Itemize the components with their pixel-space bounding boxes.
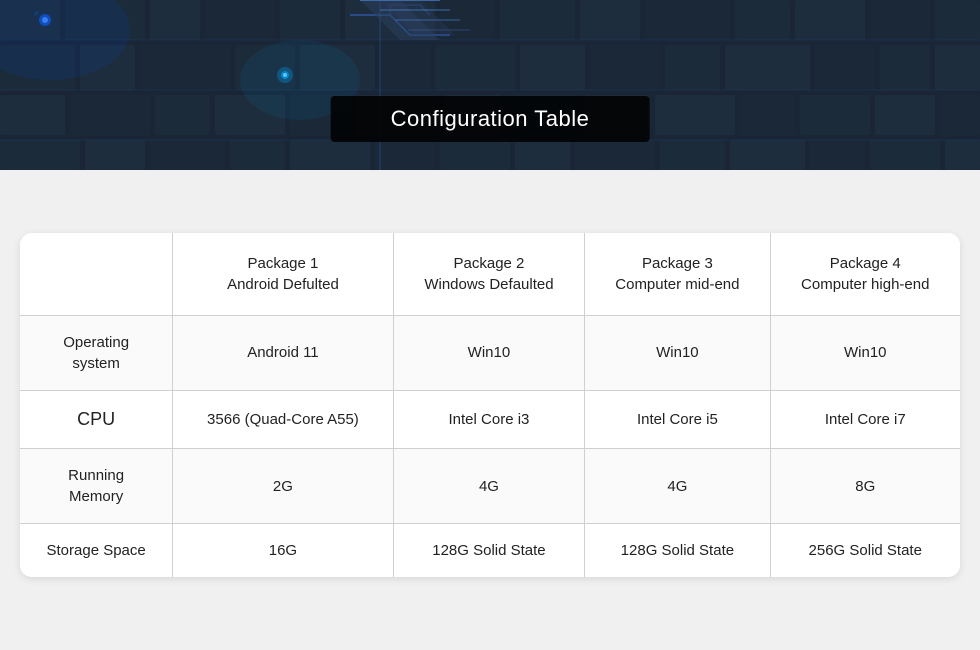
row-cpu-col2: 3566 (Quad-Core A55) — [173, 390, 393, 448]
header-col3-line1: Package 2 — [404, 253, 575, 274]
table-row-memory: RunningMemory 2G 4G 4G 8G — [20, 449, 960, 524]
header-col3-line2: Windows Defaulted — [404, 274, 575, 295]
header-col5-line1: Package 4 — [781, 253, 951, 274]
row-memory-col4: 4G — [585, 449, 770, 524]
header-col2: Package 1 Android Defulted — [173, 233, 393, 316]
row-storage-col4: 128G Solid State — [585, 524, 770, 578]
config-table: Package 1 Android Defulted Package 2 Win… — [20, 233, 960, 577]
row-storage-col2: 16G — [173, 524, 393, 578]
table-row-header: Package 1 Android Defulted Package 2 Win… — [20, 233, 960, 316]
row-storage-col5: 256G Solid State — [770, 524, 960, 578]
row-cpu-col4: Intel Core i5 — [585, 390, 770, 448]
table-area: Package 1 Android Defulted Package 2 Win… — [0, 170, 980, 650]
page-title: Configuration Table — [391, 106, 590, 131]
hero-background: Configuration Table — [0, 0, 980, 170]
row-cpu-label: CPU — [20, 390, 173, 448]
row-cpu-col3: Intel Core i3 — [393, 390, 585, 448]
row-os-col3: Win10 — [393, 315, 585, 390]
row-memory-col2: 2G — [173, 449, 393, 524]
row-memory-label: RunningMemory — [20, 449, 173, 524]
header-col2-line1: Package 1 — [183, 253, 382, 274]
row-os-col4: Win10 — [585, 315, 770, 390]
row-cpu-col5: Intel Core i7 — [770, 390, 960, 448]
page-wrapper: Configuration Table Package 1 Android De… — [0, 0, 980, 650]
header-col3: Package 2 Windows Defaulted — [393, 233, 585, 316]
header-col5-line2: Computer high-end — [781, 274, 951, 295]
header-col4-line2: Computer mid-end — [595, 274, 759, 295]
config-table-wrapper: Package 1 Android Defulted Package 2 Win… — [20, 233, 960, 577]
header-col5: Package 4 Computer high-end — [770, 233, 960, 316]
title-bar: Configuration Table — [331, 96, 650, 142]
header-col2-line2: Android Defulted — [183, 274, 382, 295]
row-memory-col3: 4G — [393, 449, 585, 524]
table-row-storage: Storage Space 16G 128G Solid State 128G … — [20, 524, 960, 578]
header-col4-line1: Package 3 — [595, 253, 759, 274]
row-os-col5: Win10 — [770, 315, 960, 390]
row-storage-label: Storage Space — [20, 524, 173, 578]
header-col4: Package 3 Computer mid-end — [585, 233, 770, 316]
table-row-os: Operatingsystem Android 11 Win10 Win10 W… — [20, 315, 960, 390]
row-storage-col3: 128G Solid State — [393, 524, 585, 578]
row-os-col2: Android 11 — [173, 315, 393, 390]
header-col1 — [20, 233, 173, 316]
table-row-cpu: CPU 3566 (Quad-Core A55) Intel Core i3 I… — [20, 390, 960, 448]
row-os-label: Operatingsystem — [20, 315, 173, 390]
row-memory-col5: 8G — [770, 449, 960, 524]
